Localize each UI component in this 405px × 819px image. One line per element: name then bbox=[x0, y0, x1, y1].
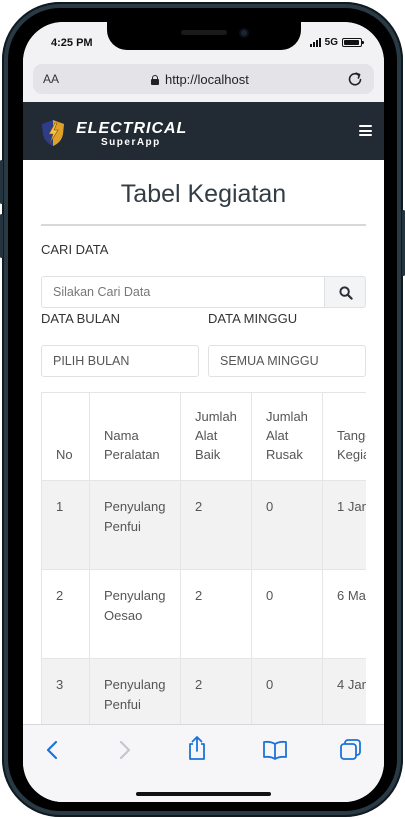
lock-icon bbox=[151, 74, 159, 85]
search-button[interactable] bbox=[324, 276, 366, 308]
title-divider bbox=[41, 224, 366, 226]
cell-name: Penyulang Penfui bbox=[89, 480, 181, 570]
table-header-row: No Nama Peralatan Jumlah Alat Baik Jumla… bbox=[41, 392, 366, 481]
cell-broken: 0 bbox=[251, 480, 323, 570]
battery-fill bbox=[344, 40, 360, 45]
cell-broken: 0 bbox=[251, 569, 323, 659]
cell-no: 2 bbox=[41, 569, 90, 659]
battery-icon bbox=[342, 38, 364, 47]
front-camera bbox=[239, 28, 249, 38]
navbar: ELECTRICAL SuperApp bbox=[23, 102, 384, 160]
search-label: CARI DATA bbox=[41, 242, 109, 257]
col-header-broken[interactable]: Jumlah Alat Rusak bbox=[251, 392, 323, 481]
address-bar[interactable]: AA http://localhost bbox=[33, 64, 374, 94]
signal-icon bbox=[309, 38, 321, 47]
cell-start-date: 4 Januari 2024 bbox=[322, 658, 366, 724]
text-size-button[interactable]: AA bbox=[43, 72, 59, 86]
forward-icon[interactable] bbox=[116, 739, 132, 766]
status-bar: 4:25 PM 5G bbox=[23, 22, 384, 60]
url-display[interactable]: http://localhost bbox=[151, 72, 249, 87]
week-select[interactable]: SEMUA MINGGU bbox=[208, 345, 366, 377]
activity-table-container[interactable]: No Nama Peralatan Jumlah Alat Baik Jumla… bbox=[41, 392, 366, 724]
col-header-name[interactable]: Nama Peralatan bbox=[89, 392, 181, 481]
search-input[interactable]: Silakan Cari Data bbox=[41, 276, 324, 308]
speaker bbox=[181, 30, 227, 35]
screen: 4:25 PM 5G AA http://localhost ELECTRICA… bbox=[23, 22, 384, 802]
col-header-good[interactable]: Jumlah Alat Baik bbox=[180, 392, 252, 481]
back-icon[interactable] bbox=[45, 739, 61, 766]
cell-good: 2 bbox=[180, 658, 252, 724]
main-content: Tabel Kegiatan CARI DATA Silakan Cari Da… bbox=[23, 160, 384, 724]
bookmarks-icon[interactable] bbox=[262, 740, 288, 765]
cell-name: Penyulang Penfui bbox=[89, 658, 181, 724]
status-time: 4:25 PM bbox=[51, 37, 93, 49]
volume-up-button bbox=[0, 160, 3, 204]
lightning-logo-icon[interactable] bbox=[39, 119, 67, 152]
cell-good: 2 bbox=[180, 480, 252, 570]
share-icon[interactable] bbox=[186, 735, 208, 766]
cell-no: 3 bbox=[41, 658, 90, 724]
search-icon bbox=[339, 286, 353, 300]
reload-icon[interactable] bbox=[346, 70, 364, 93]
month-filter-label: DATA BULAN bbox=[41, 311, 120, 326]
col-header-no[interactable]: No bbox=[41, 392, 90, 481]
volume-down-button bbox=[0, 214, 3, 258]
home-indicator[interactable] bbox=[136, 792, 271, 796]
cell-start-date: 1 Januari 2024 bbox=[322, 480, 366, 570]
brand-subtitle[interactable]: SuperApp bbox=[101, 137, 161, 148]
cell-start-date: 6 Maret 2024 bbox=[322, 569, 366, 659]
table-row: 2 Penyulang Oesao 2 0 6 Maret 2024 bbox=[41, 569, 366, 659]
cell-name: Penyulang Oesao bbox=[89, 569, 181, 659]
cell-broken: 0 bbox=[251, 658, 323, 724]
browser-toolbar bbox=[23, 724, 384, 802]
hamburger-menu-icon[interactable] bbox=[359, 125, 372, 136]
browser-address-area: AA http://localhost bbox=[23, 60, 384, 102]
tabs-icon[interactable] bbox=[339, 738, 363, 767]
activity-table: No Nama Peralatan Jumlah Alat Baik Jumla… bbox=[41, 392, 366, 724]
status-indicators: 5G bbox=[309, 37, 364, 48]
cell-no: 1 bbox=[41, 480, 90, 570]
month-select[interactable]: PILIH BULAN bbox=[41, 345, 199, 377]
page-title: Tabel Kegiatan bbox=[120, 180, 287, 208]
url-text: http://localhost bbox=[165, 72, 249, 87]
brand-title[interactable]: ELECTRICAL bbox=[76, 120, 187, 138]
table-row: 1 Penyulang Penfui 2 0 1 Januari 2024 bbox=[41, 480, 366, 570]
table-row: 3 Penyulang Penfui 2 0 4 Januari 2024 bbox=[41, 658, 366, 724]
col-header-start-date[interactable]: Tanggal Mulai Kegiatan bbox=[322, 392, 366, 481]
network-type: 5G bbox=[324, 37, 338, 48]
notch bbox=[107, 22, 301, 50]
week-filter-label: DATA MINGGU bbox=[208, 311, 298, 326]
cell-good: 2 bbox=[180, 569, 252, 659]
